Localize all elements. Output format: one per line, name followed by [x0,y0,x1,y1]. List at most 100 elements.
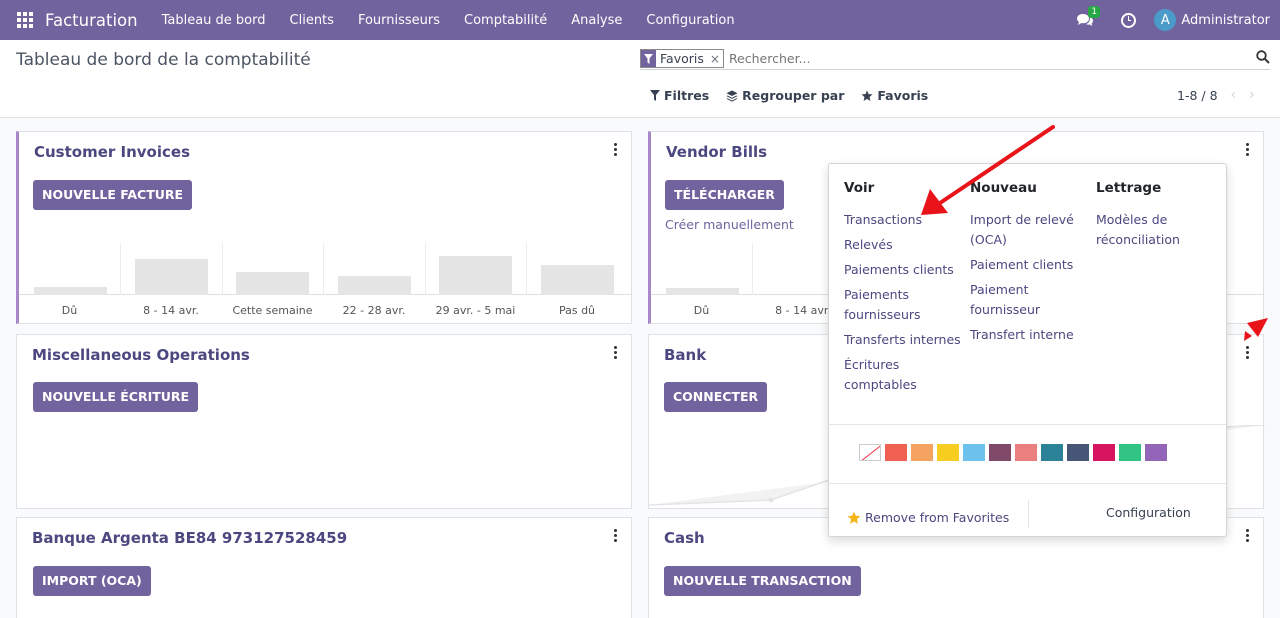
kebab-menu-icon[interactable] [614,346,618,359]
journal-title[interactable]: Customer Invoices [34,143,190,161]
chart-bar [666,288,739,295]
groupby-label: Regrouper par [742,88,845,103]
menu-comptabilite[interactable]: Comptabilité [452,13,559,28]
top-navbar: Facturation Tableau de bord Clients Four… [0,0,1280,40]
menu-tableau-de-bord[interactable]: Tableau de bord [150,13,278,28]
apps-menu-icon[interactable] [17,12,33,28]
star-icon [861,90,873,101]
chart-bar [541,265,614,295]
color-swatch[interactable] [1145,444,1167,461]
chart-bar [338,276,411,295]
chart-bar [439,256,512,295]
new-entry-button[interactable]: NOUVELLE ÉCRITURE [33,382,199,412]
dropdown-item-transferts-internes[interactable]: Transferts internes [844,330,962,350]
search-input[interactable] [728,51,1229,66]
new-transaction-button[interactable]: NOUVELLE TRANSACTION [664,566,861,596]
menu-analyse[interactable]: Analyse [559,13,634,28]
dropdown-item-releves[interactable]: Relevés [844,235,962,255]
color-swatch[interactable] [885,444,907,461]
pager-value[interactable]: 1-8 / 8 [1177,88,1218,103]
create-manually-link[interactable]: Créer manuellement [665,217,794,232]
kebab-menu-icon[interactable] [614,143,618,156]
dropdown-item-paiements-clients[interactable]: Paiements clients [844,260,962,280]
remove-from-favorites-button[interactable]: Remove from Favorites [847,510,1009,525]
clock-icon[interactable] [1121,12,1137,28]
journal-title[interactable]: Miscellaneous Operations [32,346,250,364]
pager: 1-8 / 8 ‹ › [1177,87,1255,103]
journal-card-misc-operations: Miscellaneous Operations NOUVELLE ÉCRITU… [16,334,632,509]
chart-label: 29 avr. - 5 mai [435,304,516,317]
chart-label: Pas dû [558,304,596,317]
menu-clients[interactable]: Clients [278,13,346,28]
chart-separator [120,243,121,295]
color-swatch[interactable] [1015,444,1037,461]
kebab-menu-icon[interactable] [1246,346,1250,359]
menu-fournisseurs[interactable]: Fournisseurs [346,13,452,28]
pager-previous-icon[interactable]: ‹ [1231,87,1237,103]
facet-label: Favoris [660,51,704,66]
menu-configuration[interactable]: Configuration [634,13,746,28]
dropdown-item-modeles-reconciliation[interactable]: Modèles de réconciliation [1096,210,1214,250]
chart-label: Dû [61,304,78,317]
favorites-button[interactable]: Favoris [861,88,928,103]
color-swatch[interactable] [989,444,1011,461]
dropdown-item-transfert-interne[interactable]: Transfert interne [970,325,1088,345]
import-oca-button[interactable]: IMPORT (OCA) [33,566,151,596]
dropdown-column-voir: Voir Transactions Relevés Paiements clie… [844,180,962,400]
upload-button[interactable]: TÉLÉCHARGER [665,180,784,210]
chart-separator [752,243,753,295]
page-title: Tableau de bord de la comptabilité [16,50,311,70]
dropdown-item-paiement-fournisseur[interactable]: Paiement fournisseur [970,280,1088,320]
dropdown-item-ecritures-comptables[interactable]: Écritures comptables [844,355,962,395]
chat-badge: 1 [1088,6,1101,18]
dropdown-item-import-releve[interactable]: Import de relevé (OCA) [970,210,1088,250]
chat-icon[interactable]: 1 [1076,6,1101,27]
user-name[interactable]: Administrator [1181,13,1270,28]
dropdown-divider [829,424,1226,425]
configuration-link[interactable]: Configuration [1106,505,1191,520]
search-bar: Favoris × [640,48,1270,70]
filters-label: Filtres [664,88,710,103]
dropdown-item-paiements-fournisseurs[interactable]: Paiements fournisseurs [844,285,962,325]
color-swatch[interactable] [963,444,985,461]
dropdown-item-transactions[interactable]: Transactions [844,210,962,230]
chart-bar [236,272,309,295]
app-name[interactable]: Facturation [45,11,138,30]
kebab-menu-icon[interactable] [1246,529,1250,542]
dropdown-column-lettrage: Lettrage Modèles de réconciliation [1096,180,1214,255]
kebab-menu-icon[interactable] [614,529,618,542]
avatar[interactable]: A [1154,9,1177,31]
dropdown-divider [829,483,1226,484]
layers-icon [726,90,738,102]
journal-title[interactable]: Vendor Bills [666,143,767,161]
color-swatch[interactable] [1093,444,1115,461]
dropdown-item-paiement-clients[interactable]: Paiement clients [970,255,1088,275]
dropdown-heading: Voir [844,180,875,196]
chart-separator [222,243,223,295]
search-icon[interactable] [1256,50,1270,68]
color-swatch[interactable] [1067,444,1089,461]
facet-remove-icon[interactable]: × [707,52,723,66]
journal-title[interactable]: Cash [664,529,705,547]
kebab-menu-icon[interactable] [1246,143,1250,156]
filters-button[interactable]: Filtres [650,88,709,103]
bank-card-dropdown-menu: Voir Transactions Relevés Paiements clie… [828,163,1227,537]
journal-card-banque-argenta: Banque Argenta BE84 973127528459 IMPORT … [16,517,632,618]
color-picker [859,444,1167,461]
new-invoice-button[interactable]: NOUVELLE FACTURE [33,180,193,210]
journal-bar-chart: Dû 8 - 14 avr. Cette semaine 22 - 28 avr… [19,243,631,323]
color-swatch[interactable] [1119,444,1141,461]
connect-button[interactable]: CONNECTER [664,382,768,412]
color-swatch[interactable] [1041,444,1063,461]
color-swatch[interactable] [911,444,933,461]
chart-bar [135,259,208,295]
journal-title[interactable]: Banque Argenta BE84 973127528459 [32,529,347,547]
chart-separator [526,243,527,295]
groupby-button[interactable]: Regrouper par [726,88,844,103]
journal-title[interactable]: Bank [664,346,706,364]
color-swatch-none[interactable] [859,444,881,461]
pager-next-icon[interactable]: › [1249,87,1255,103]
color-swatch[interactable] [937,444,959,461]
chart-label: 22 - 28 avr. [342,304,406,317]
chart-bar [34,287,107,295]
